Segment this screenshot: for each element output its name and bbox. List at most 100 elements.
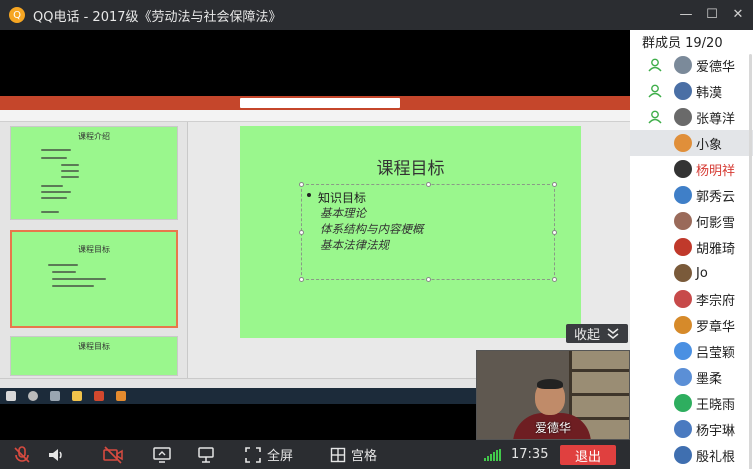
member-row[interactable]: 胡雅琦 [630, 234, 753, 260]
slide-title: 课程目标 [376, 159, 445, 179]
current-slide: 课程目标 知识目标 基本理论 体系结构与内容梗概 基本法律法规 [240, 126, 581, 338]
member-name: 殷礼根 [696, 449, 736, 465]
camera-name-label: 爱德华 [534, 421, 571, 435]
member-row[interactable]: 吕莹颖 [630, 338, 753, 364]
avatar [674, 394, 692, 412]
slide-subitem: 基本法律法规 [320, 238, 389, 252]
presentation-button[interactable] [196, 440, 216, 469]
ppt-title-info [240, 98, 400, 108]
title-bar: Q QQ电话 - 2017级《劳动法与社会保障法》 — ☐ ✕ [0, 0, 753, 30]
member-row[interactable]: Jo [630, 260, 753, 286]
member-name: 罗章华 [696, 319, 736, 335]
member-name: 李宗府 [696, 293, 736, 309]
mic-mute-button[interactable] [12, 440, 32, 469]
speaker-button[interactable] [46, 440, 66, 469]
close-button[interactable]: ✕ [729, 5, 747, 23]
member-name: 小象 [696, 137, 723, 153]
screen-share-icon [153, 446, 171, 463]
avatar [674, 212, 692, 230]
member-name: 爱德华 [696, 59, 736, 75]
member-name: 郭秀云 [696, 189, 736, 205]
call-toolbar: 全屏 宫格 17:35 退出 [0, 440, 630, 469]
grid-icon [330, 447, 346, 462]
avatar [674, 446, 692, 464]
taskview-icon [50, 391, 60, 401]
admin-user-icon [648, 58, 662, 72]
video-area[interactable]: 课程介绍 课程目标 课程目标 课程目标 知识目标 基本理论 体系结构与内容梗概 … [0, 30, 630, 440]
avatar [674, 186, 692, 204]
admin-user-icon [648, 84, 662, 98]
member-row[interactable]: 王晓雨 [630, 390, 753, 416]
member-name: 王晓雨 [696, 397, 736, 413]
minimize-button[interactable]: — [677, 5, 695, 23]
windows-start-icon [6, 391, 16, 401]
member-row[interactable]: 韩漠 [630, 78, 753, 104]
bullet-icon [307, 193, 311, 197]
member-name: 杨宇琳 [696, 423, 736, 439]
window-title: QQ电话 - 2017级《劳动法与社会保障法》 [33, 9, 282, 25]
mic-off-icon [14, 445, 30, 463]
double-chevron-down-icon [607, 327, 619, 339]
screen-share-button[interactable] [152, 440, 172, 469]
member-row[interactable]: 郭秀云 [630, 182, 753, 208]
member-name: 韩漠 [696, 85, 723, 101]
camera-video[interactable]: 爱德华 [476, 350, 630, 440]
search-icon [28, 391, 38, 401]
window-controls: — ☐ ✕ [677, 5, 747, 23]
avatar [674, 82, 692, 100]
member-row[interactable]: 殷礼根 [630, 442, 753, 468]
avatar [674, 290, 692, 308]
member-name: 何影雪 [696, 215, 736, 231]
member-name: 墨柔 [696, 371, 723, 387]
thumbnail-title: 课程介绍 [78, 132, 110, 141]
member-name: 张尊洋 [696, 111, 736, 127]
app-icon [116, 391, 126, 401]
member-name: 胡雅琦 [696, 241, 736, 257]
slide-thumbnail-selected: 课程目标 [10, 230, 178, 328]
member-row[interactable]: 张尊洋 [630, 104, 753, 130]
ppt-title-bar [0, 96, 630, 110]
maximize-button[interactable]: ☐ [703, 5, 721, 23]
grid-view-button[interactable]: 宫格 [330, 440, 377, 469]
slide-thumbnails: 课程介绍 课程目标 课程目标 [0, 122, 188, 378]
collapse-label: 收起 [573, 328, 600, 343]
member-row[interactable]: 李宗府 [630, 286, 753, 312]
member-count-header: 群成员 19/20 [642, 35, 723, 51]
member-scrollbar[interactable] [749, 54, 752, 469]
avatar [674, 264, 692, 282]
slide-subitem: 体系结构与内容梗概 [320, 222, 424, 236]
folder-icon [72, 391, 82, 401]
avatar [674, 108, 692, 126]
exit-button[interactable]: 退出 [560, 445, 616, 465]
member-row[interactable]: 罗章华 [630, 312, 753, 338]
thumbnail-title: 课程目标 [78, 245, 110, 254]
member-row[interactable]: 杨宇琳 [630, 416, 753, 442]
camera-off-icon [103, 445, 123, 464]
member-row[interactable]: 爱德华 [630, 52, 753, 78]
grid-label: 宫格 [351, 449, 378, 464]
network-signal [484, 440, 501, 469]
member-row[interactable]: 小象 [630, 130, 753, 156]
collapse-button[interactable]: 收起 [566, 324, 628, 343]
ppt-ribbon [0, 110, 630, 122]
avatar [674, 420, 692, 438]
fullscreen-button[interactable]: 全屏 [244, 440, 293, 469]
member-panel: 群成员 19/20 爱德华韩漠张尊洋小象杨明祥郭秀云何影雪胡雅琦 Jo 李宗府罗章华… [630, 30, 753, 469]
slide-bullet: 知识目标 [318, 191, 367, 205]
member-row[interactable]: 杨明祥 [630, 156, 753, 182]
member-row[interactable]: 墨柔 [630, 364, 753, 390]
speaker-icon [49, 448, 62, 461]
thumbnail-title: 课程目标 [78, 342, 110, 351]
powerpoint-icon [94, 391, 104, 401]
slide-textbox: 知识目标 基本理论 体系结构与内容梗概 基本法律法规 [299, 182, 557, 282]
presentation-icon [198, 446, 214, 463]
member-name: Jo [696, 265, 708, 281]
member-row[interactable]: 何影雪 [630, 208, 753, 234]
call-timer: 17:35 [511, 447, 549, 462]
fullscreen-label: 全屏 [267, 449, 294, 464]
camera-off-button[interactable] [102, 440, 124, 469]
avatar [674, 238, 692, 256]
slide-thumbnail: 课程目标 [10, 336, 178, 376]
avatar [674, 342, 692, 360]
avatar [674, 134, 692, 152]
